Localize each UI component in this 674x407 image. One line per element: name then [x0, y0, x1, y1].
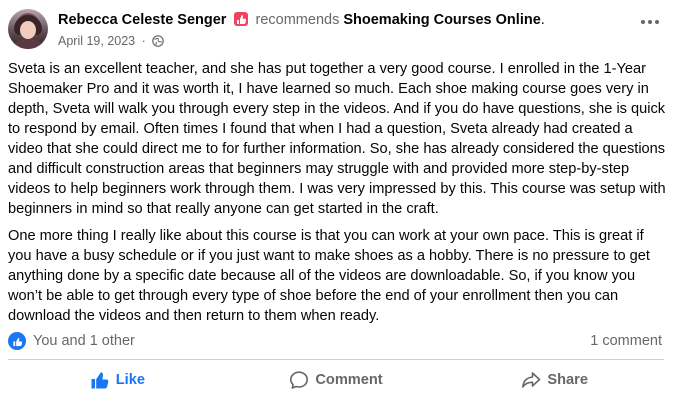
more-icon — [640, 12, 660, 30]
post-card: Rebecca Celeste Senger recommends Shoema… — [0, 0, 674, 407]
avatar-shirt — [12, 39, 44, 49]
action-bar: Like Comment Share — [8, 362, 664, 398]
avatar[interactable] — [8, 9, 48, 49]
recommend-icon — [234, 12, 249, 26]
page-name-link[interactable]: Shoemaking Courses Online — [343, 12, 540, 28]
post-header: Rebecca Celeste Senger recommends Shoema… — [8, 9, 668, 51]
reaction-summary[interactable]: You and 1 other — [33, 331, 135, 351]
globe-icon — [152, 35, 165, 51]
meta-separator: · — [141, 34, 146, 48]
like-icon — [90, 370, 110, 390]
share-label: Share — [547, 372, 588, 388]
share-button[interactable]: Share — [445, 362, 664, 398]
like-button[interactable]: Like — [8, 362, 227, 398]
comment-label: Comment — [315, 372, 383, 388]
avatar-face — [20, 21, 36, 39]
share-icon — [521, 370, 541, 390]
post-meta: April 19, 2023 · — [58, 33, 165, 51]
comment-button[interactable]: Comment — [227, 362, 446, 398]
comment-icon — [289, 370, 309, 390]
like-badge-icon[interactable] — [8, 332, 26, 350]
post-body: Sveta is an excellent teacher, and she h… — [8, 59, 668, 333]
more-options-button[interactable] — [636, 11, 664, 31]
post-paragraph: One more thing I really like about this … — [8, 228, 650, 324]
recommends-text: recommends — [255, 12, 340, 28]
post-title-line: Rebecca Celeste Senger recommends Shoema… — [58, 11, 545, 29]
author-name[interactable]: Rebecca Celeste Senger — [58, 12, 226, 28]
post-paragraph: Sveta is an excellent teacher, and she h… — [8, 61, 666, 217]
divider — [8, 359, 664, 360]
like-label: Like — [115, 372, 145, 388]
reaction-bar: You and 1 other 1 comment — [8, 331, 664, 351]
title-period: . — [540, 12, 545, 28]
comment-count[interactable]: 1 comment — [590, 331, 662, 351]
post-date[interactable]: April 19, 2023 — [58, 34, 135, 48]
